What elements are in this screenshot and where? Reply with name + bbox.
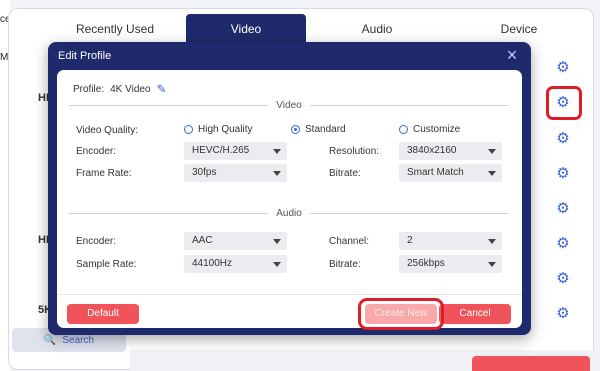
gear-icon[interactable]: ⚙ — [555, 201, 571, 217]
convert-button[interactable] — [472, 356, 590, 371]
profile-row: Profile: 4K Video ✎ — [73, 82, 167, 96]
profile-name: 4K Video — [110, 83, 151, 95]
radio-high-quality[interactable]: High Quality — [184, 124, 252, 135]
sample-rate-label: Sample Rate: — [76, 259, 137, 270]
chevron-down-icon — [273, 171, 281, 176]
footer-divider — [57, 294, 522, 295]
cancel-button[interactable]: Cancel — [439, 304, 511, 324]
dialog-title: Edit Profile — [58, 50, 112, 62]
profile-label: Profile: — [73, 83, 105, 95]
audio-bitrate-select[interactable]: 256kbps — [399, 255, 502, 273]
sample-rate-value: 44100Hz — [192, 258, 233, 269]
gear-icon[interactable]: ⚙ — [555, 166, 571, 182]
search-icon: 🔍 — [43, 334, 57, 346]
frame-rate-value: 30fps — [192, 167, 217, 178]
format-tabs: Recently Used Video Audio Device — [44, 14, 590, 44]
chevron-down-icon — [488, 171, 496, 176]
radio-label: Customize — [413, 124, 461, 135]
frame-rate-select[interactable]: 30fps — [184, 164, 287, 182]
channel-value: 2 — [407, 235, 413, 246]
chevron-down-icon — [273, 239, 281, 244]
sample-rate-select[interactable]: 44100Hz — [184, 255, 287, 273]
gear-highlight-box — [546, 86, 582, 120]
audio-bitrate-label: Bitrate: — [329, 259, 361, 270]
radio-customize[interactable]: Customize — [399, 124, 460, 135]
edit-profile-dialog: Edit Profile × Profile: 4K Video ✎ Video… — [48, 42, 531, 335]
tab-video[interactable]: Video — [186, 14, 306, 44]
divider-line — [309, 212, 510, 214]
radio-standard[interactable]: Standard — [291, 124, 346, 135]
channel-select[interactable]: 2 — [399, 232, 502, 250]
tab-device[interactable]: Device — [448, 14, 590, 44]
radio-button — [399, 125, 408, 134]
radio-button — [184, 125, 193, 134]
video-bitrate-label: Bitrate: — [329, 168, 361, 179]
tab-audio[interactable]: Audio — [306, 14, 448, 44]
video-bitrate-value: Smart Match — [407, 167, 464, 178]
resolution-value: 3840x2160 — [407, 145, 457, 156]
search-label: Search — [62, 334, 95, 346]
audio-bitrate-value: 256kbps — [407, 258, 445, 269]
chevron-down-icon — [273, 262, 281, 267]
radio-label: High Quality — [198, 124, 253, 135]
audio-encoder-select[interactable]: AAC — [184, 232, 287, 250]
radio-button-selected — [291, 125, 300, 134]
video-encoder-select[interactable]: HEVC/H.265 — [184, 142, 287, 160]
audio-encoder-label: Encoder: — [76, 236, 117, 247]
audio-encoder-value: AAC — [192, 235, 213, 246]
gear-icon[interactable]: ⚙ — [555, 271, 571, 287]
audio-section-header: Audio — [69, 207, 510, 219]
default-button[interactable]: Default — [67, 304, 139, 324]
audio-section-title: Audio — [276, 207, 302, 219]
video-encoder-label: Encoder: — [76, 146, 117, 157]
radio-label: Standard — [305, 124, 346, 135]
gear-icon[interactable]: ⚙ — [555, 60, 571, 76]
video-quality-label: Video Quality: — [76, 125, 139, 136]
video-bitrate-select[interactable]: Smart Match — [399, 164, 502, 182]
chevron-down-icon — [488, 239, 496, 244]
create-new-highlight-box — [358, 298, 444, 330]
gear-icon[interactable]: ⚙ — [555, 131, 571, 147]
channel-label: Channel: — [329, 236, 370, 247]
frame-rate-label: Frame Rate: — [76, 168, 132, 179]
gear-icon[interactable]: ⚙ — [555, 306, 571, 322]
tab-recently-used[interactable]: Recently Used — [44, 14, 186, 44]
divider-line — [69, 212, 269, 214]
dialog-body: Profile: 4K Video ✎ Video Video Quality:… — [57, 70, 522, 330]
video-section-header: Video — [69, 99, 509, 111]
divider-line — [69, 104, 269, 106]
chevron-down-icon — [488, 262, 496, 267]
chevron-down-icon — [273, 149, 281, 154]
video-section-title: Video — [276, 99, 302, 111]
video-encoder-value: HEVC/H.265 — [192, 145, 250, 156]
resolution-label: Resolution: — [329, 146, 380, 157]
divider-line — [309, 104, 509, 106]
chevron-down-icon — [488, 149, 496, 154]
resolution-select[interactable]: 3840x2160 — [399, 142, 502, 160]
pencil-icon[interactable]: ✎ — [157, 82, 167, 96]
gear-icon[interactable]: ⚙ — [555, 236, 571, 252]
close-icon[interactable]: × — [504, 46, 520, 64]
